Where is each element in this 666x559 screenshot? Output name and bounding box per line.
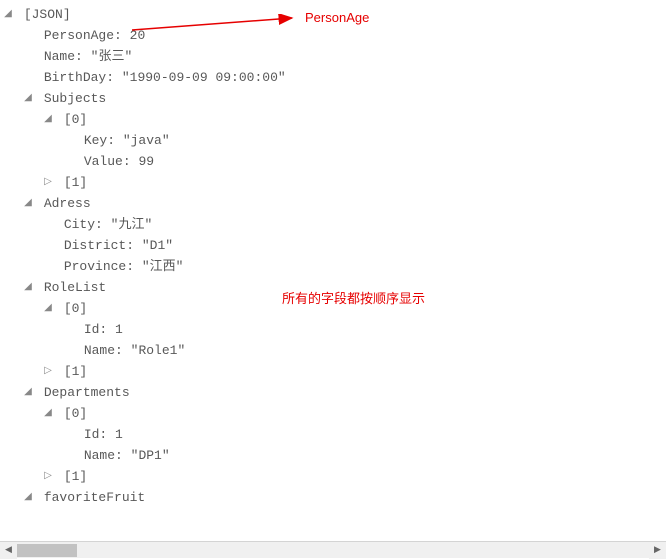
chevron-down-icon[interactable]: ◢: [22, 277, 34, 298]
chevron-down-icon[interactable]: ◢: [2, 4, 14, 25]
no-toggle: •: [22, 46, 34, 67]
value: "Role1": [131, 343, 186, 358]
node-subjects[interactable]: ◢ Subjects: [0, 88, 666, 109]
annotation-sortnote: 所有的字段都按顺序显示: [282, 288, 425, 307]
index-label: [1]: [64, 175, 87, 190]
scroll-thumb[interactable]: [17, 544, 77, 557]
node-province[interactable]: • Province: "江西": [0, 256, 666, 277]
key: Province: [64, 259, 126, 274]
no-toggle: •: [62, 424, 74, 445]
json-tree: ◢ [JSON] • PersonAge: 20 • Name: "张三" • …: [0, 0, 666, 512]
key: BirthDay: [44, 70, 106, 85]
key: Id: [84, 427, 100, 442]
no-toggle: •: [42, 256, 54, 277]
key: Key: [84, 133, 107, 148]
key: Value: [84, 154, 123, 169]
key: Name: [84, 343, 115, 358]
key: RoleList: [44, 280, 106, 295]
chevron-down-icon[interactable]: ◢: [22, 487, 34, 508]
key: PersonAge: [44, 28, 114, 43]
no-toggle: •: [22, 25, 34, 46]
value: 1: [115, 427, 123, 442]
chevron-down-icon[interactable]: ◢: [42, 403, 54, 424]
chevron-down-icon[interactable]: ◢: [22, 193, 34, 214]
node-birthday[interactable]: • BirthDay: "1990-09-09 09:00:00": [0, 67, 666, 88]
no-toggle: •: [42, 235, 54, 256]
node-personage[interactable]: • PersonAge: 20: [0, 25, 666, 46]
node-city[interactable]: • City: "九江": [0, 214, 666, 235]
scroll-left-icon[interactable]: ◀: [0, 542, 17, 559]
no-toggle: •: [62, 340, 74, 361]
key: Id: [84, 322, 100, 337]
key: City: [64, 217, 95, 232]
chevron-down-icon[interactable]: ◢: [22, 382, 34, 403]
node-rolelist-1[interactable]: ▷ [1]: [0, 361, 666, 382]
annotation-personage: PersonAge: [305, 10, 369, 25]
value: "江西": [142, 259, 184, 274]
node-departments-0[interactable]: ◢ [0]: [0, 403, 666, 424]
root-label: [JSON]: [24, 7, 71, 22]
no-toggle: •: [62, 319, 74, 340]
index-label: [0]: [64, 301, 87, 316]
key: Name: [84, 448, 115, 463]
chevron-right-icon[interactable]: ▷: [42, 466, 54, 487]
node-rolelist-0-id[interactable]: • Id: 1: [0, 319, 666, 340]
node-district[interactable]: • District: "D1": [0, 235, 666, 256]
chevron-right-icon[interactable]: ▷: [42, 361, 54, 382]
key: Departments: [44, 385, 130, 400]
node-subjects-0-key[interactable]: • Key: "java": [0, 130, 666, 151]
node-departments[interactable]: ◢ Departments: [0, 382, 666, 403]
value: "D1": [142, 238, 173, 253]
value: "DP1": [131, 448, 170, 463]
node-name[interactable]: • Name: "张三": [0, 46, 666, 67]
value: 99: [138, 154, 154, 169]
key: Subjects: [44, 91, 106, 106]
no-toggle: •: [42, 214, 54, 235]
value: "java": [123, 133, 170, 148]
value: 20: [130, 28, 146, 43]
node-subjects-0[interactable]: ◢ [0]: [0, 109, 666, 130]
index-label: [1]: [64, 364, 87, 379]
node-departments-0-name[interactable]: • Name: "DP1": [0, 445, 666, 466]
value: 1: [115, 322, 123, 337]
node-favoritefruit[interactable]: ◢ favoriteFruit: [0, 487, 666, 508]
node-departments-1[interactable]: ▷ [1]: [0, 466, 666, 487]
chevron-down-icon[interactable]: ◢: [22, 88, 34, 109]
node-departments-0-id[interactable]: • Id: 1: [0, 424, 666, 445]
value: "1990-09-09 09:00:00": [122, 70, 286, 85]
key: District: [64, 238, 126, 253]
horizontal-scrollbar[interactable]: ◀ ▶: [0, 541, 666, 558]
node-address[interactable]: ◢ Adress: [0, 193, 666, 214]
chevron-down-icon[interactable]: ◢: [42, 109, 54, 130]
scroll-right-icon[interactable]: ▶: [649, 542, 666, 559]
no-toggle: •: [62, 151, 74, 172]
node-rolelist-0-name[interactable]: • Name: "Role1": [0, 340, 666, 361]
no-toggle: •: [62, 130, 74, 151]
no-toggle: •: [22, 67, 34, 88]
no-toggle: •: [62, 445, 74, 466]
chevron-down-icon[interactable]: ◢: [42, 298, 54, 319]
index-label: [1]: [64, 469, 87, 484]
value: "九江": [111, 217, 153, 232]
key: Name: [44, 49, 75, 64]
value: "张三": [91, 49, 133, 64]
key: Adress: [44, 196, 91, 211]
chevron-right-icon[interactable]: ▷: [42, 172, 54, 193]
node-subjects-1[interactable]: ▷ [1]: [0, 172, 666, 193]
node-subjects-0-value[interactable]: • Value: 99: [0, 151, 666, 172]
key: favoriteFruit: [44, 490, 145, 505]
index-label: [0]: [64, 112, 87, 127]
index-label: [0]: [64, 406, 87, 421]
